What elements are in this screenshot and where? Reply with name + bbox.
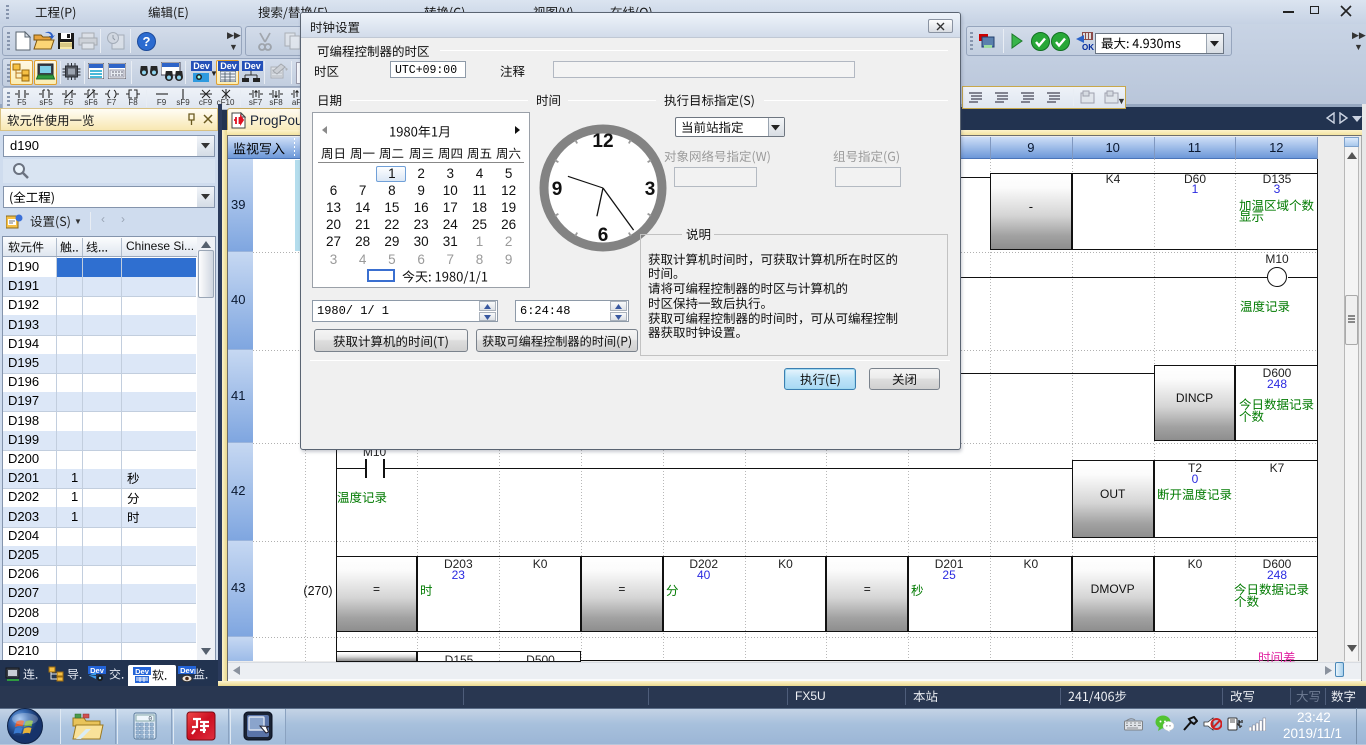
svg-text:0: 0 <box>148 716 152 723</box>
svg-text:3: 3 <box>644 179 655 200</box>
svg-text:?: ? <box>143 34 151 49</box>
svg-text:Dev: Dev <box>193 61 210 71</box>
svg-text:Dev: Dev <box>90 666 105 675</box>
svg-text:9: 9 <box>551 179 562 200</box>
svg-text:Dev: Dev <box>220 61 237 71</box>
svg-text:OK: OK <box>1082 43 1094 51</box>
svg-text:6: 6 <box>597 225 608 246</box>
svg-text:Dev: Dev <box>244 61 261 71</box>
svg-text:12: 12 <box>592 131 613 152</box>
svg-text:Dev: Dev <box>135 667 150 676</box>
